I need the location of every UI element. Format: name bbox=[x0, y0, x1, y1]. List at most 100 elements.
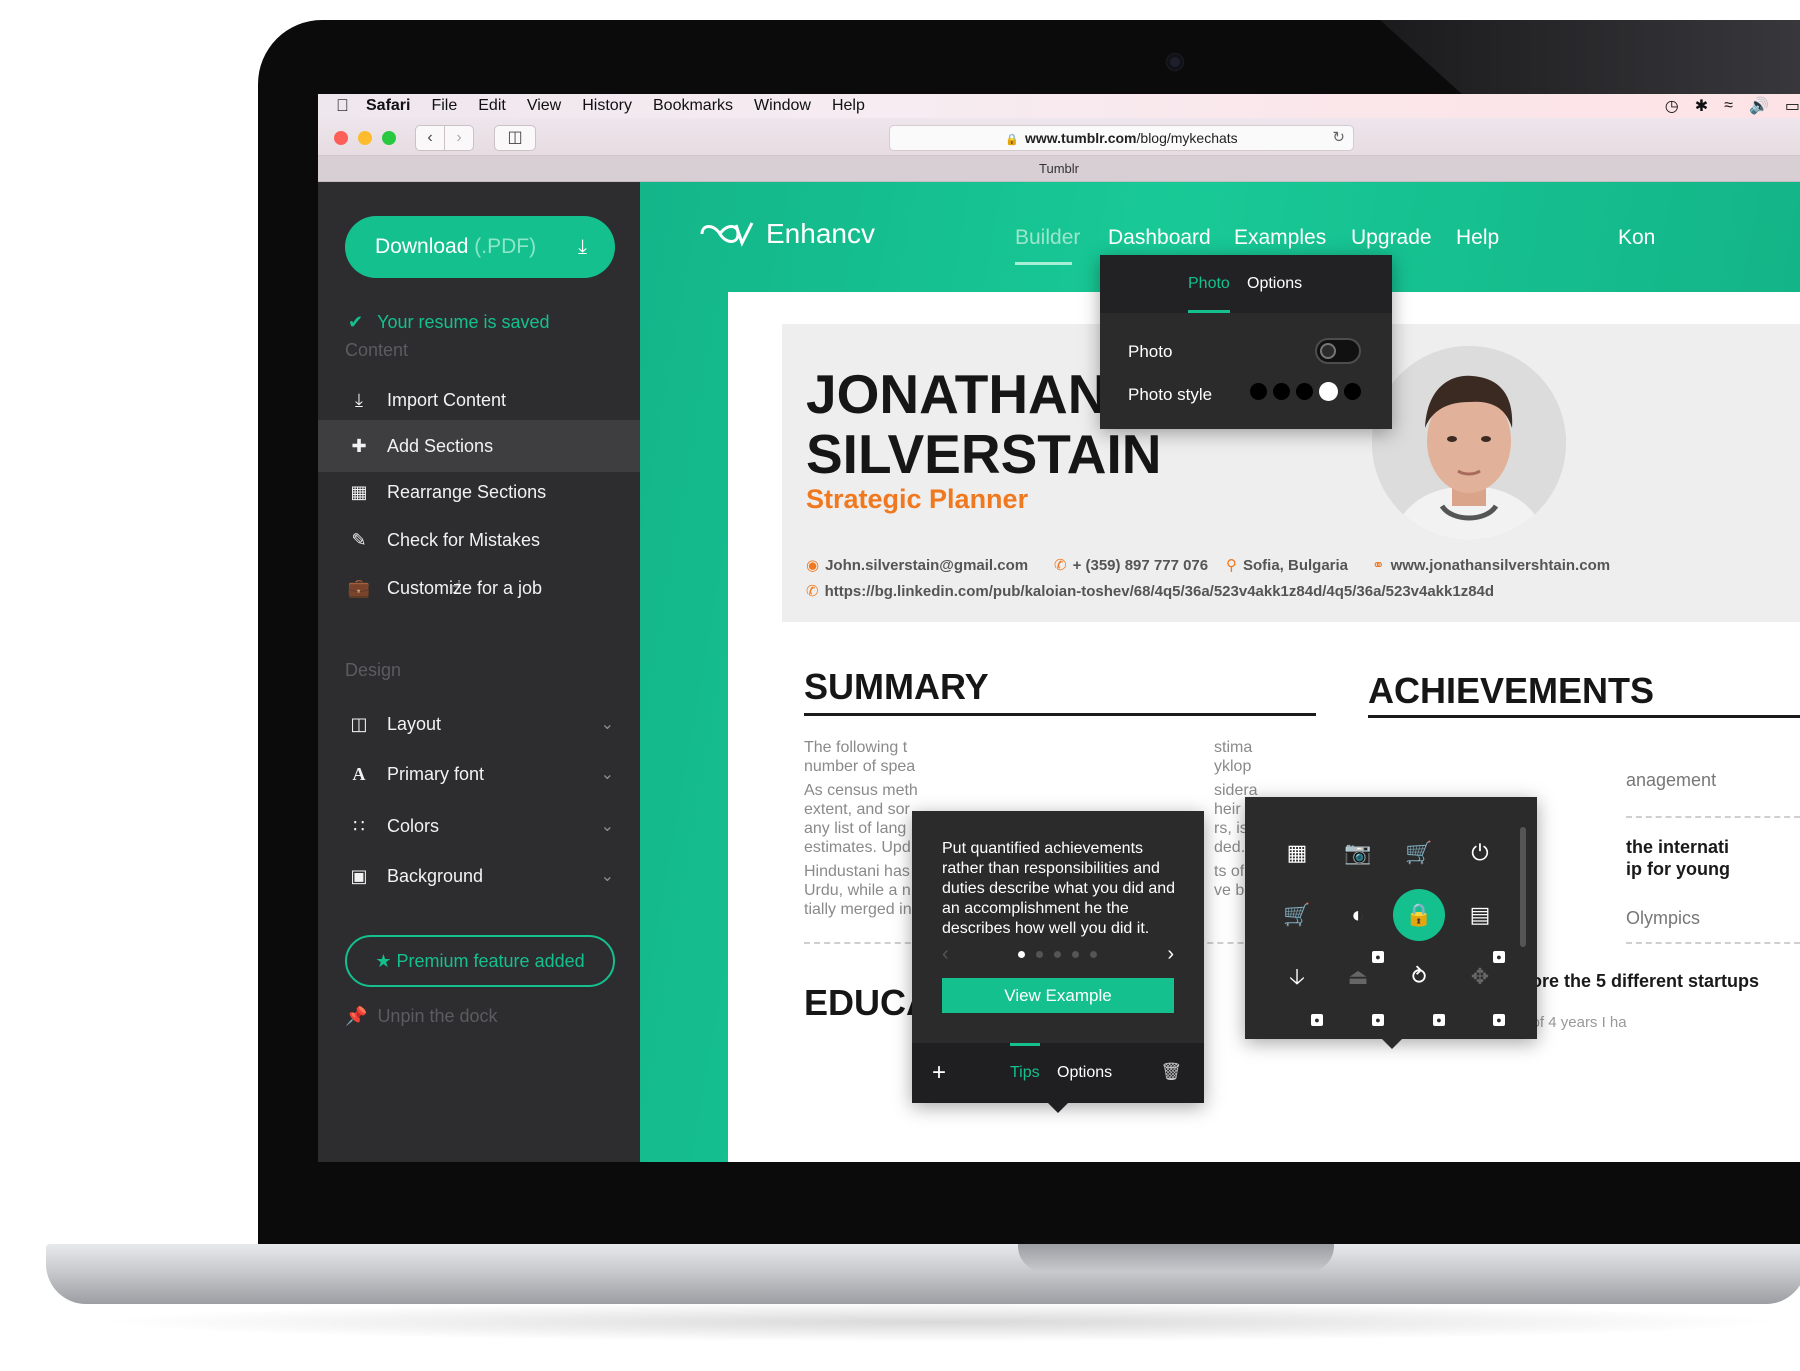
tip-text: Put quantified achievements rather than … bbox=[942, 840, 1176, 937]
camera-icon[interactable]: 📷 bbox=[1336, 831, 1380, 875]
tip-page-dot[interactable] bbox=[1072, 951, 1079, 958]
tab-tips[interactable]: Tips bbox=[1010, 1064, 1040, 1082]
back-button[interactable]: ‹ bbox=[415, 125, 445, 151]
achievement-partial-2a[interactable]: the internati bbox=[1626, 837, 1729, 858]
sidebar-item-rearrange-sections[interactable]: ▦ Rearrange Sections bbox=[318, 466, 640, 518]
cart-icon[interactable]: 🛒 bbox=[1397, 831, 1441, 875]
tip-page-dot[interactable] bbox=[1036, 951, 1043, 958]
time-machine-icon[interactable]: ◷ bbox=[1665, 96, 1679, 116]
tab-options[interactable]: Options bbox=[1247, 275, 1302, 293]
logo-text: Enhancv bbox=[766, 218, 875, 249]
contact-linkedin[interactable]: ✆ https://bg.linkedin.com/pub/kaloian-tos… bbox=[806, 582, 1494, 600]
tab-title[interactable]: Tumblr bbox=[318, 156, 1800, 182]
trash-icon[interactable]: 🗑 bbox=[1160, 1062, 1182, 1082]
photo-style-option[interactable] bbox=[1273, 383, 1290, 400]
contact-website[interactable]: ⚭ www.jonathansilvershtain.com bbox=[1372, 556, 1610, 574]
download-label: Download bbox=[375, 235, 469, 258]
nav-account[interactable]: Kon bbox=[1618, 226, 1655, 250]
close-window-button[interactable] bbox=[334, 131, 348, 145]
photo-style-option-selected[interactable] bbox=[1319, 382, 1338, 401]
menu-view[interactable]: View bbox=[527, 97, 561, 115]
tab-photo[interactable]: Photo bbox=[1188, 275, 1230, 293]
zoom-window-button[interactable] bbox=[382, 131, 396, 145]
sidebar-toggle-button[interactable]: ◫ bbox=[494, 125, 536, 151]
apple-icon[interactable]:  bbox=[336, 96, 366, 116]
achievement-divider bbox=[1626, 816, 1800, 818]
unpin-label: Unpin the dock bbox=[377, 1006, 498, 1026]
menu-window[interactable]: Window bbox=[754, 97, 811, 115]
achievement-partial-1[interactable]: anagement bbox=[1626, 770, 1716, 791]
sidebar-item-layout[interactable]: ◫ Layout ⌄ bbox=[318, 698, 640, 750]
contact-phone[interactable]: ✆ + (359) 897 777 076 bbox=[1054, 556, 1208, 574]
contrast-icon[interactable]: ◐ bbox=[1336, 893, 1380, 937]
sidebar-item-background[interactable]: ▣ Background ⌄ bbox=[318, 850, 640, 902]
photo-toggle[interactable] bbox=[1315, 338, 1361, 364]
achievement-partial-2b[interactable]: ip for young bbox=[1626, 859, 1730, 880]
power-icon[interactable]: ⏻ bbox=[1458, 831, 1502, 875]
summary-line: any list of lang bbox=[804, 820, 907, 837]
tip-page-dot[interactable] bbox=[1054, 951, 1061, 958]
download-pdf-button[interactable]: Download (.PDF) ⤓ bbox=[345, 216, 615, 278]
bluetooth-icon[interactable]: ✱ bbox=[1695, 96, 1708, 116]
photo-toggle-label: Photo bbox=[1128, 342, 1173, 361]
nav-examples[interactable]: Examples bbox=[1234, 226, 1326, 250]
rss-icon[interactable]: ⥁ bbox=[1397, 955, 1441, 999]
premium-feature-button[interactable]: ★ Premium feature added bbox=[345, 935, 615, 987]
photo-style-option[interactable] bbox=[1344, 383, 1361, 400]
nav-upgrade[interactable]: Upgrade bbox=[1351, 226, 1432, 250]
check-icon: ✔ bbox=[348, 312, 364, 332]
view-example-button[interactable]: View Example bbox=[942, 978, 1174, 1013]
menu-safari[interactable]: Safari bbox=[366, 97, 410, 115]
reload-icon[interactable]: ↻ bbox=[1332, 126, 1345, 150]
menu-bookmarks[interactable]: Bookmarks bbox=[653, 97, 733, 115]
card-icon[interactable]: ▤ bbox=[1458, 893, 1502, 937]
volume-icon[interactable]: 🔊 bbox=[1749, 96, 1769, 116]
unpin-dock-button[interactable]: 📌 Unpin the dock bbox=[345, 1006, 498, 1027]
sidebar-item-import-content[interactable]: ⤓ Import Content bbox=[318, 374, 640, 426]
tab-options[interactable]: Options bbox=[1057, 1064, 1112, 1082]
icon-picker-scrollbar[interactable] bbox=[1520, 827, 1526, 947]
menu-file[interactable]: File bbox=[431, 97, 457, 115]
summary-heading[interactable]: SUMMARY bbox=[804, 666, 989, 708]
battery-icon[interactable]: ▭ bbox=[1785, 96, 1800, 116]
sidebar-item-primary-font[interactable]: A Primary font ⌄ bbox=[318, 748, 640, 800]
address-bar[interactable]: 🔒 www.tumblr.com/blog/mykechats ↻ bbox=[889, 125, 1354, 151]
qr-icon[interactable]: ▦ bbox=[1275, 831, 1319, 875]
tips-popup-footer: + Tips Options 🗑 bbox=[912, 1043, 1204, 1103]
premium-label: Premium feature added bbox=[396, 951, 585, 971]
sidebar-item-check-mistakes[interactable]: ✎ Check for Mistakes bbox=[318, 514, 640, 566]
enhancv-logo[interactable]: Enhancv bbox=[698, 218, 875, 250]
download-arrow-icon[interactable]: 🡣 bbox=[1275, 955, 1319, 999]
wifi-icon[interactable]: ≈ bbox=[1724, 97, 1733, 115]
sidebar-item-add-sections[interactable]: ✚ Add Sections bbox=[318, 420, 640, 472]
sidebar-item-customize-job[interactable]: 💼 Customize for a job bbox=[318, 562, 640, 614]
add-icon[interactable]: + bbox=[932, 1059, 946, 1087]
sidebar-item-colors[interactable]: ∷ Colors ⌄ bbox=[318, 800, 640, 852]
lock-icon[interactable]: 🔒 bbox=[1393, 889, 1445, 941]
menu-history[interactable]: History bbox=[582, 97, 632, 115]
cart-icon[interactable]: 🛒 bbox=[1275, 893, 1319, 937]
contact-location[interactable]: ⚲ Sofia, Bulgaria bbox=[1226, 556, 1348, 574]
achievement-partial-3[interactable]: Olympics bbox=[1626, 908, 1700, 929]
photo-style-option[interactable] bbox=[1296, 383, 1313, 400]
contact-email[interactable]: ◉ John.silverstain@gmail.com bbox=[806, 556, 1028, 574]
nav-help[interactable]: Help bbox=[1456, 226, 1499, 250]
achievements-heading[interactable]: ACHIEVEMENTS bbox=[1368, 670, 1654, 712]
profile-photo[interactable] bbox=[1372, 346, 1566, 540]
nav-builder[interactable]: Builder bbox=[1015, 226, 1080, 250]
sidebar-item-label: Colors bbox=[387, 815, 440, 836]
add-sections-icon: ✚ bbox=[351, 435, 367, 456]
tip-prev-icon[interactable]: ‹ bbox=[942, 943, 949, 966]
forward-button[interactable]: › bbox=[444, 125, 474, 151]
nav-dashboard[interactable]: Dashboard bbox=[1108, 226, 1211, 250]
tip-page-dot-active[interactable] bbox=[1018, 951, 1025, 958]
photo-style-option[interactable] bbox=[1250, 383, 1267, 400]
tip-page-dot[interactable] bbox=[1090, 951, 1097, 958]
tip-next-icon[interactable]: › bbox=[1167, 943, 1174, 966]
menu-help[interactable]: Help bbox=[832, 97, 865, 115]
resume-role[interactable]: Strategic Planner bbox=[806, 484, 1028, 515]
minimize-window-button[interactable] bbox=[358, 131, 372, 145]
sidebar-item-label: Background bbox=[387, 865, 484, 886]
menu-edit[interactable]: Edit bbox=[478, 97, 506, 115]
save-status: ✔ Your resume is saved bbox=[348, 312, 550, 333]
